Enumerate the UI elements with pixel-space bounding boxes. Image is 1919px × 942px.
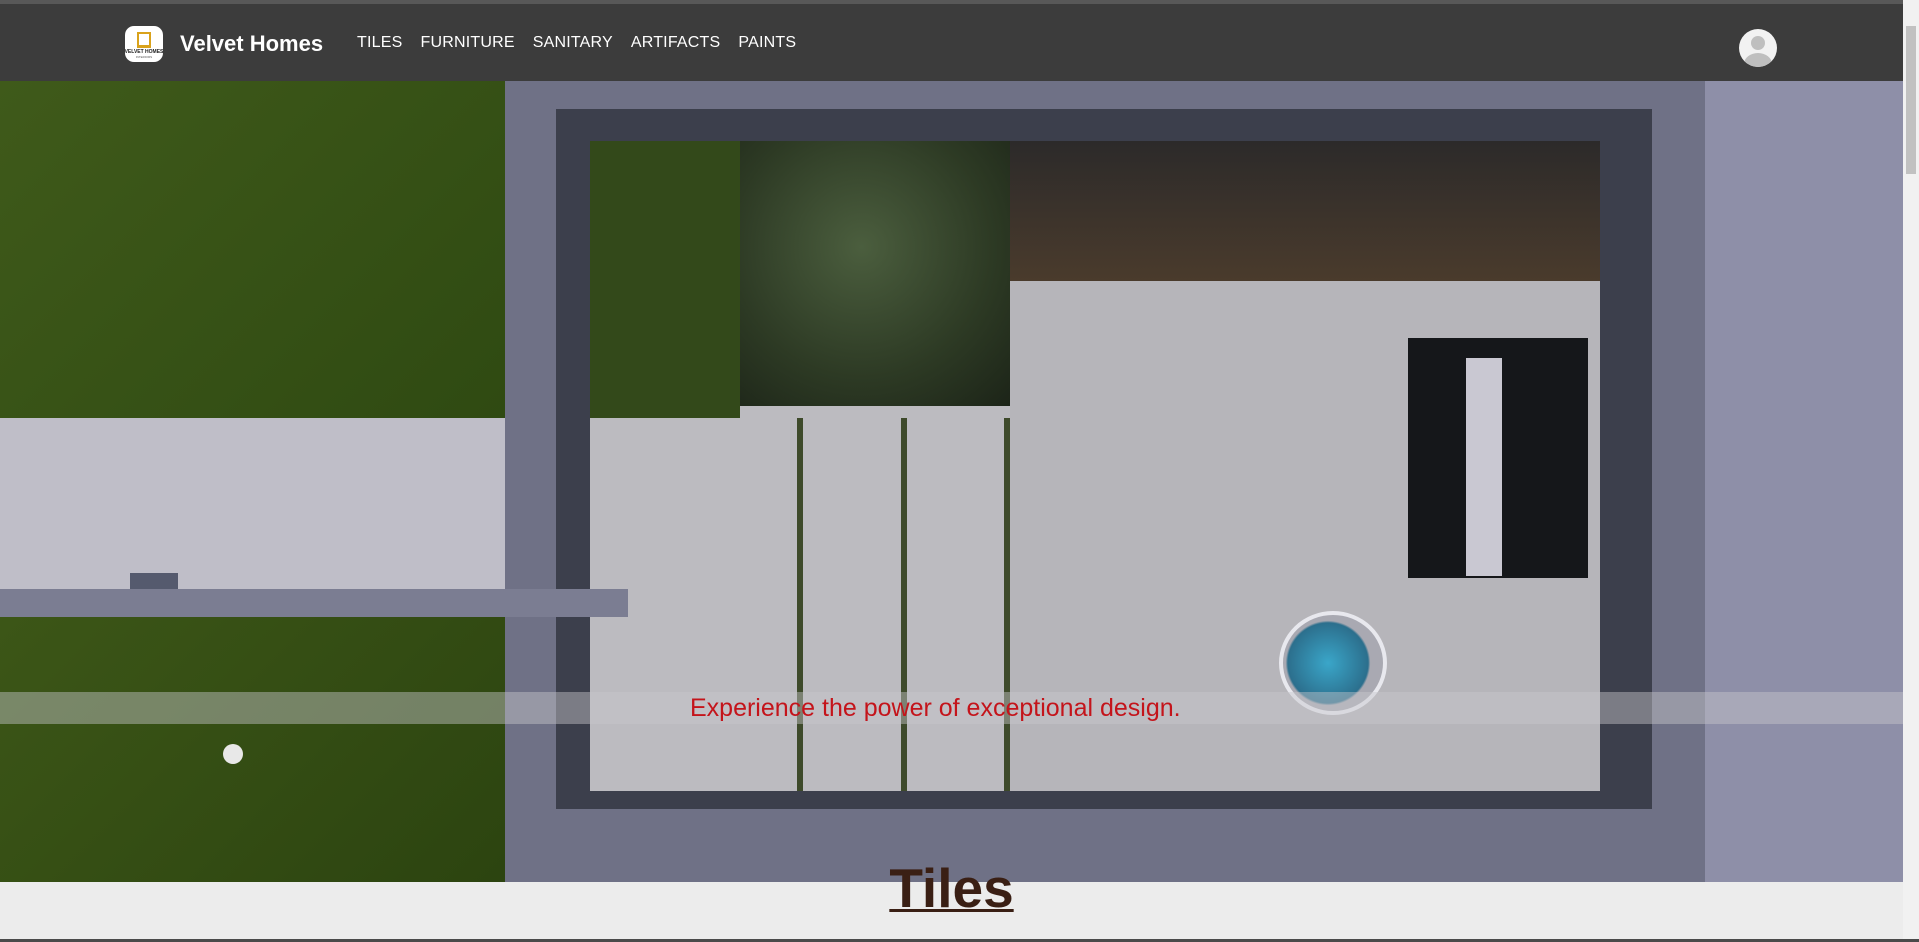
hero-lawn-lower: [0, 617, 505, 882]
nav-item-artifacts[interactable]: ARTIFACTS: [631, 34, 721, 52]
hero-wall-block: [130, 573, 178, 589]
hero-bush: [740, 141, 1010, 406]
avatar-body: [1744, 53, 1772, 67]
avatar-head: [1751, 36, 1765, 50]
nav-item-tiles[interactable]: TILES: [357, 34, 402, 52]
brand[interactable]: VELVET HOMES INTERIORS Velvet Homes: [125, 25, 323, 63]
navbar: VELVET HOMES INTERIORS Velvet Homes TILE…: [0, 4, 1903, 81]
main-nav: TILES FURNITURE SANITARY ARTIFACTS PAINT…: [357, 34, 814, 52]
hero-tagline: Experience the power of exceptional desi…: [690, 694, 1181, 722]
section-title-tiles[interactable]: Tiles: [0, 856, 1903, 920]
nav-item-paints[interactable]: PAINTS: [738, 34, 796, 52]
nav-item-furniture[interactable]: FURNITURE: [420, 34, 514, 52]
hero-path: [0, 418, 505, 590]
hero-grass-strip: [1004, 418, 1010, 791]
hero-grass-strip: [901, 418, 907, 791]
hero-lawn: [0, 81, 505, 418]
hero-side-wall: [1705, 81, 1903, 882]
hero-grass-strip: [797, 418, 803, 791]
hero-wall-strip: [0, 589, 628, 617]
hero-courtyard-grass: [590, 141, 740, 418]
user-avatar-icon[interactable]: [1739, 29, 1777, 67]
logo-chair-icon: [137, 31, 151, 48]
hero-video: [0, 81, 1903, 882]
logo-subtext: INTERIORS: [135, 54, 153, 59]
hero-bench-board: [1466, 358, 1502, 576]
nav-item-sanitary[interactable]: SANITARY: [533, 34, 613, 52]
hero-ball: [223, 744, 243, 764]
scrollbar-thumb[interactable]: [1906, 26, 1916, 174]
hero-roof-shadow: [1010, 141, 1600, 281]
brand-logo: VELVET HOMES INTERIORS: [125, 26, 163, 62]
brand-name[interactable]: Velvet Homes: [180, 31, 323, 57]
